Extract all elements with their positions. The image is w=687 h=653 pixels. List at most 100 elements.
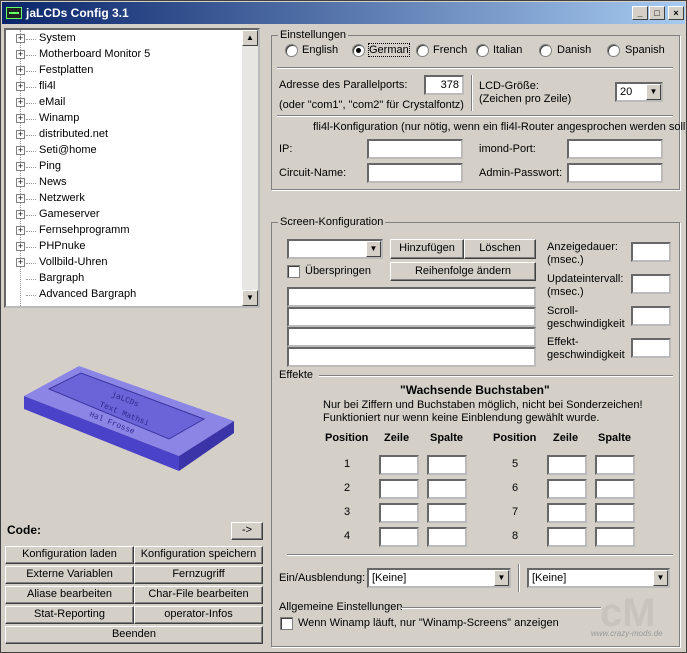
operator-infos-button[interactable]: operator-Infos	[134, 606, 263, 624]
position-zeile-input[interactable]	[379, 479, 419, 499]
tree-item[interactable]: + Ping	[6, 159, 246, 175]
code-arrow-button[interactable]: ->	[231, 522, 263, 540]
language-radio[interactable]	[416, 44, 429, 57]
tree-item[interactable]: + Motherboard Monitor 5	[6, 47, 246, 63]
position-zeile-input[interactable]	[379, 503, 419, 523]
tree-item[interactable]: Bargraph	[6, 271, 246, 287]
delete-screen-button[interactable]: Löschen	[464, 239, 536, 259]
exit-button[interactable]: Beenden	[5, 626, 263, 644]
expand-icon[interactable]: +	[16, 114, 25, 123]
position-spalte-input[interactable]	[595, 455, 635, 475]
tree-item[interactable]: Advanced Bargraph	[6, 287, 246, 303]
scroll-down-icon[interactable]: ▼	[242, 290, 258, 306]
position-zeile-input[interactable]	[379, 455, 419, 475]
language-radio[interactable]	[352, 44, 365, 57]
position-spalte-input[interactable]	[595, 503, 635, 523]
position-zeile-input[interactable]	[547, 455, 587, 475]
position-number: 1	[344, 458, 351, 470]
expand-icon[interactable]: +	[16, 34, 25, 43]
update-interval-input[interactable]	[631, 274, 671, 294]
add-screen-button[interactable]: Hinzufügen	[390, 239, 464, 259]
expand-icon[interactable]: +	[16, 258, 25, 267]
screen-line-1-input[interactable]	[287, 287, 536, 307]
position-zeile-input[interactable]	[547, 503, 587, 523]
tree-item[interactable]: + PHPnuke	[6, 239, 246, 255]
display-time-input[interactable]	[631, 242, 671, 262]
fade-in-select[interactable]: [Keine] ▼	[367, 568, 511, 588]
chevron-down-icon[interactable]: ▼	[494, 570, 509, 586]
position-spalte-input[interactable]	[595, 527, 635, 547]
tree-item[interactable]: + Seti@home	[6, 143, 246, 159]
expand-icon[interactable]: +	[16, 162, 25, 171]
ip-input[interactable]	[367, 139, 463, 159]
minimize-button[interactable]: _	[632, 6, 648, 20]
title-bar[interactable]: jaLCDs Config 3.1 _ □ ×	[2, 2, 685, 24]
chevron-down-icon[interactable]: ▼	[366, 241, 381, 257]
expand-icon[interactable]: +	[16, 130, 25, 139]
position-spalte-input[interactable]	[427, 503, 467, 523]
expand-icon[interactable]: +	[16, 146, 25, 155]
expand-icon[interactable]: +	[16, 178, 25, 187]
load-config-button[interactable]: Konfiguration laden	[5, 546, 134, 564]
divider	[401, 607, 601, 609]
position-zeile-input[interactable]	[547, 527, 587, 547]
position-spalte-input[interactable]	[595, 479, 635, 499]
language-radio[interactable]	[607, 44, 620, 57]
winamp-checkbox[interactable]	[280, 617, 293, 630]
edit-aliases-button[interactable]: Aliase bearbeiten	[5, 586, 134, 604]
tree-item[interactable]: + Netzwerk	[6, 191, 246, 207]
plugin-tree[interactable]: + System + Motherboard Monitor 5 + Festplatte…	[4, 28, 260, 308]
chevron-down-icon[interactable]: ▼	[653, 570, 668, 586]
effect-speed-input[interactable]	[631, 338, 671, 358]
tree-item[interactable]: + News	[6, 175, 246, 191]
remote-access-button[interactable]: Fernzugriff	[134, 566, 263, 584]
language-radio[interactable]	[539, 44, 552, 57]
expand-icon[interactable]: +	[16, 66, 25, 75]
scroll-speed-input[interactable]	[631, 306, 671, 326]
imond-port-input[interactable]	[567, 139, 663, 159]
screen-select[interactable]: ▼	[287, 239, 383, 259]
position-spalte-input[interactable]	[427, 479, 467, 499]
tree-item[interactable]: + Festplatten	[6, 63, 246, 79]
expand-icon[interactable]: +	[16, 226, 25, 235]
position-zeile-input[interactable]	[379, 527, 419, 547]
tree-scrollbar[interactable]: ▲ ▼	[242, 30, 258, 306]
lcd-size-select[interactable]: 20 ▼	[615, 82, 663, 102]
tree-item[interactable]: + Fernsehprogramm	[6, 223, 246, 239]
scroll-up-icon[interactable]: ▲	[242, 30, 258, 46]
screen-line-2-input[interactable]	[287, 307, 536, 327]
screen-line-3-input[interactable]	[287, 327, 536, 347]
tree-item[interactable]: + distributed.net	[6, 127, 246, 143]
tree-item[interactable]: + Winamp	[6, 111, 246, 127]
fade-out-select[interactable]: [Keine] ▼	[527, 568, 670, 588]
stat-reporting-button[interactable]: Stat-Reporting	[5, 606, 134, 624]
parport-input[interactable]: 378	[424, 75, 464, 95]
expand-icon[interactable]: +	[16, 50, 25, 59]
expand-icon[interactable]: +	[16, 242, 25, 251]
save-config-button[interactable]: Konfiguration speichern	[134, 546, 263, 564]
chevron-down-icon[interactable]: ▼	[646, 84, 661, 100]
language-radio[interactable]	[285, 44, 298, 57]
tree-item[interactable]: + fli4l	[6, 79, 246, 95]
circuit-name-input[interactable]	[367, 163, 463, 183]
maximize-button[interactable]: □	[649, 6, 665, 20]
edit-charfile-button[interactable]: Char-File bearbeiten	[134, 586, 263, 604]
expand-icon[interactable]: +	[16, 210, 25, 219]
tree-item[interactable]: + Gameserver	[6, 207, 246, 223]
skip-checkbox[interactable]	[287, 265, 300, 278]
expand-icon[interactable]: +	[16, 194, 25, 203]
tree-item[interactable]: + Vollbild-Uhren	[6, 255, 246, 271]
external-vars-button[interactable]: Externe Variablen	[5, 566, 134, 584]
close-button[interactable]: ×	[668, 6, 684, 20]
expand-icon[interactable]: +	[16, 98, 25, 107]
position-spalte-input[interactable]	[427, 527, 467, 547]
screen-line-4-input[interactable]	[287, 347, 536, 367]
admin-password-input[interactable]	[567, 163, 663, 183]
position-spalte-input[interactable]	[427, 455, 467, 475]
tree-item[interactable]: + eMail	[6, 95, 246, 111]
position-zeile-input[interactable]	[547, 479, 587, 499]
expand-icon[interactable]: +	[16, 82, 25, 91]
reorder-button[interactable]: Reihenfolge ändern	[390, 262, 536, 281]
language-radio[interactable]	[476, 44, 489, 57]
tree-item[interactable]: + System	[6, 31, 246, 47]
